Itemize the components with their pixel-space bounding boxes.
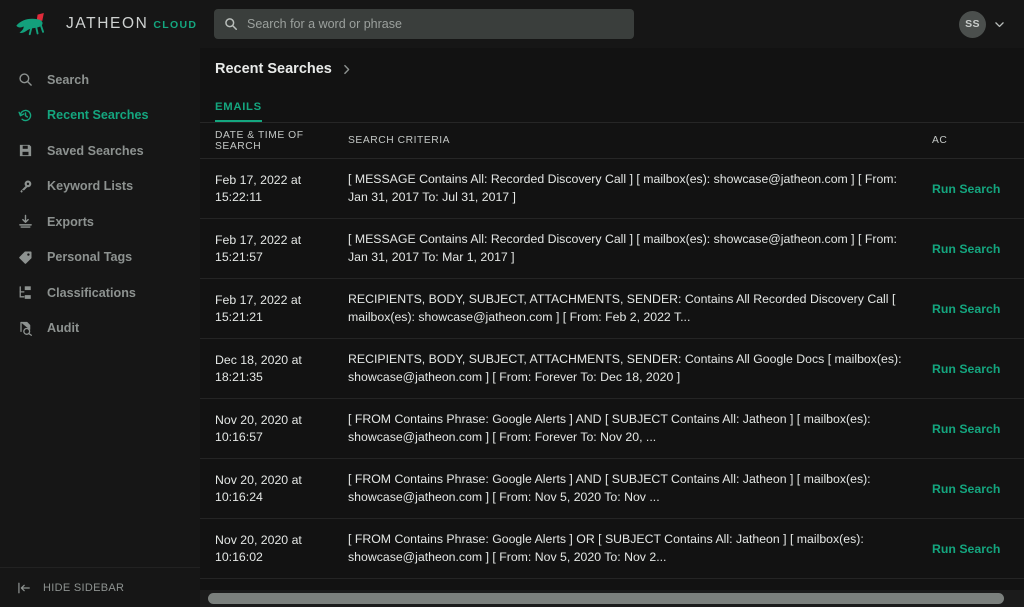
sidebar-item-keyword-lists[interactable]: Keyword Lists	[0, 169, 200, 205]
clock-rewind-icon	[17, 107, 33, 123]
table-row[interactable]: Feb 17, 2022 at 15:21:21 RECIPIENTS, BODY…	[200, 279, 1024, 339]
sidebar-item-label: Personal Tags	[47, 250, 133, 265]
cell-search-criteria: [ FROM Contains Phrase: Google Alerts ] …	[348, 412, 871, 444]
sidebar-item-label: Saved Searches	[47, 143, 144, 158]
run-search-button[interactable]: Run Search	[932, 422, 1000, 436]
cell-date: Feb 17, 2022 at 15:21:21	[215, 292, 302, 324]
collapse-left-icon	[17, 581, 31, 595]
top-bar: SS	[200, 0, 1024, 48]
table-row[interactable]: Feb 17, 2022 at 15:22:11 [ MESSAGE Contai…	[200, 159, 1024, 219]
column-header-actions: AC	[932, 135, 948, 146]
page-title: Recent Searches	[215, 61, 332, 77]
sidebar-item-exports[interactable]: Exports	[0, 204, 200, 240]
cell-search-criteria: [ FROM Contains Phrase: Google Alerts ] …	[348, 472, 871, 504]
cell-search-criteria: [ MESSAGE Contains All: Recorded Discove…	[348, 172, 897, 204]
search-input[interactable]	[247, 17, 624, 31]
recent-searches-table: DATE & TIME OF SEARCH SEARCH CRITERIA AC…	[200, 123, 1024, 607]
sidebar-item-recent-searches[interactable]: Recent Searches	[0, 98, 200, 134]
cell-actions: Run Search	[932, 360, 1024, 378]
search-icon	[225, 18, 237, 30]
cell-search-criteria: RECIPIENTS, BODY, SUBJECT, ATTACHMENTS, …	[348, 292, 896, 324]
global-search[interactable]	[214, 9, 634, 39]
table-row[interactable]: Nov 20, 2020 at 10:16:57 [ FROM Contains …	[200, 399, 1024, 459]
cell-search-criteria: RECIPIENTS, BODY, SUBJECT, ATTACHMENTS, …	[348, 352, 902, 384]
sidebar-item-label: Exports	[47, 214, 94, 229]
run-search-button[interactable]: Run Search	[932, 242, 1000, 256]
cell-actions: Run Search	[932, 300, 1024, 318]
tab-emails[interactable]: EMAILS	[215, 101, 262, 122]
cell-date: Feb 17, 2022 at 15:22:11	[215, 172, 302, 204]
cell-actions: Run Search	[932, 480, 1024, 498]
tab-bar: EMAILS	[200, 90, 1024, 123]
brand-suffix: CLOUD	[153, 19, 198, 31]
search-icon	[17, 72, 33, 88]
document-search-icon	[17, 320, 33, 336]
cell-search-criteria: [ FROM Contains Phrase: Google Alerts ] …	[348, 532, 864, 564]
run-search-button[interactable]: Run Search	[932, 542, 1000, 556]
sidebar-item-label: Keyword Lists	[47, 179, 134, 194]
sidebar: JATHEON CLOUD Search Recent Searches Sav…	[0, 0, 200, 607]
run-search-button[interactable]: Run Search	[932, 362, 1000, 376]
hierarchy-icon	[17, 285, 33, 301]
table-body: Feb 17, 2022 at 15:22:11 [ MESSAGE Contai…	[200, 159, 1024, 579]
cell-date: Feb 17, 2022 at 15:21:57	[215, 232, 302, 264]
sidebar-nav: Search Recent Searches Saved Searches Ke…	[0, 62, 200, 346]
main-area: SS Recent Searches EMAILS DATE & TIME OF…	[200, 0, 1024, 607]
cell-search-criteria: [ MESSAGE Contains All: Recorded Discove…	[348, 232, 897, 264]
content-area: Recent Searches EMAILS DATE & TIME OF SE…	[200, 48, 1024, 607]
hide-sidebar-label: HIDE SIDEBAR	[43, 581, 125, 594]
app-root: JATHEON CLOUD Search Recent Searches Sav…	[0, 0, 1024, 607]
column-header-date: DATE & TIME OF SEARCH	[215, 129, 304, 152]
cell-actions: Run Search	[932, 180, 1024, 198]
brand-logo[interactable]: JATHEON CLOUD	[0, 0, 200, 48]
sidebar-item-search[interactable]: Search	[0, 62, 200, 98]
breadcrumb: Recent Searches	[200, 48, 1024, 90]
table-row[interactable]: Feb 17, 2022 at 15:21:57 [ MESSAGE Contai…	[200, 219, 1024, 279]
run-search-button[interactable]: Run Search	[932, 182, 1000, 196]
sidebar-item-classifications[interactable]: Classifications	[0, 275, 200, 311]
chevron-down-icon[interactable]	[993, 18, 1006, 31]
horizontal-scrollbar[interactable]	[200, 590, 1024, 607]
floppy-disk-icon	[17, 143, 33, 159]
download-tray-icon	[17, 214, 33, 230]
cell-actions: Run Search	[932, 420, 1024, 438]
sidebar-item-label: Audit	[47, 321, 80, 336]
brand-name: JATHEON	[66, 15, 149, 32]
cell-date: Nov 20, 2020 at 10:16:57	[215, 412, 302, 444]
user-menu[interactable]: SS	[959, 10, 1010, 38]
table-row[interactable]: Dec 18, 2020 at 18:21:35 RECIPIENTS, BODY…	[200, 339, 1024, 399]
scrollbar-thumb[interactable]	[208, 593, 1004, 604]
run-search-button[interactable]: Run Search	[932, 482, 1000, 496]
column-header-criteria: SEARCH CRITERIA	[348, 135, 451, 146]
table-row[interactable]: Nov 20, 2020 at 10:16:24 [ FROM Contains …	[200, 459, 1024, 519]
cell-actions: Run Search	[932, 540, 1024, 558]
cell-date: Nov 20, 2020 at 10:16:24	[215, 472, 302, 504]
cell-date: Nov 20, 2020 at 10:16:02	[215, 532, 302, 564]
cell-actions: Run Search	[932, 240, 1024, 258]
table-header-row: DATE & TIME OF SEARCH SEARCH CRITERIA AC	[200, 123, 1024, 159]
avatar[interactable]: SS	[959, 10, 986, 38]
sidebar-item-personal-tags[interactable]: Personal Tags	[0, 240, 200, 276]
hide-sidebar-button[interactable]: HIDE SIDEBAR	[0, 567, 200, 607]
chevron-right-icon[interactable]	[340, 63, 353, 76]
sidebar-item-label: Classifications	[47, 285, 136, 300]
tag-icon	[17, 249, 33, 265]
key-icon	[17, 178, 33, 194]
fox-logo-icon	[16, 13, 45, 36]
cell-date: Dec 18, 2020 at 18:21:35	[215, 352, 302, 384]
table-row[interactable]: Nov 20, 2020 at 10:16:02 [ FROM Contains …	[200, 519, 1024, 579]
sidebar-item-label: Search	[47, 72, 90, 87]
sidebar-item-audit[interactable]: Audit	[0, 311, 200, 347]
sidebar-item-label: Recent Searches	[47, 108, 149, 123]
sidebar-item-saved-searches[interactable]: Saved Searches	[0, 133, 200, 169]
run-search-button[interactable]: Run Search	[932, 302, 1000, 316]
